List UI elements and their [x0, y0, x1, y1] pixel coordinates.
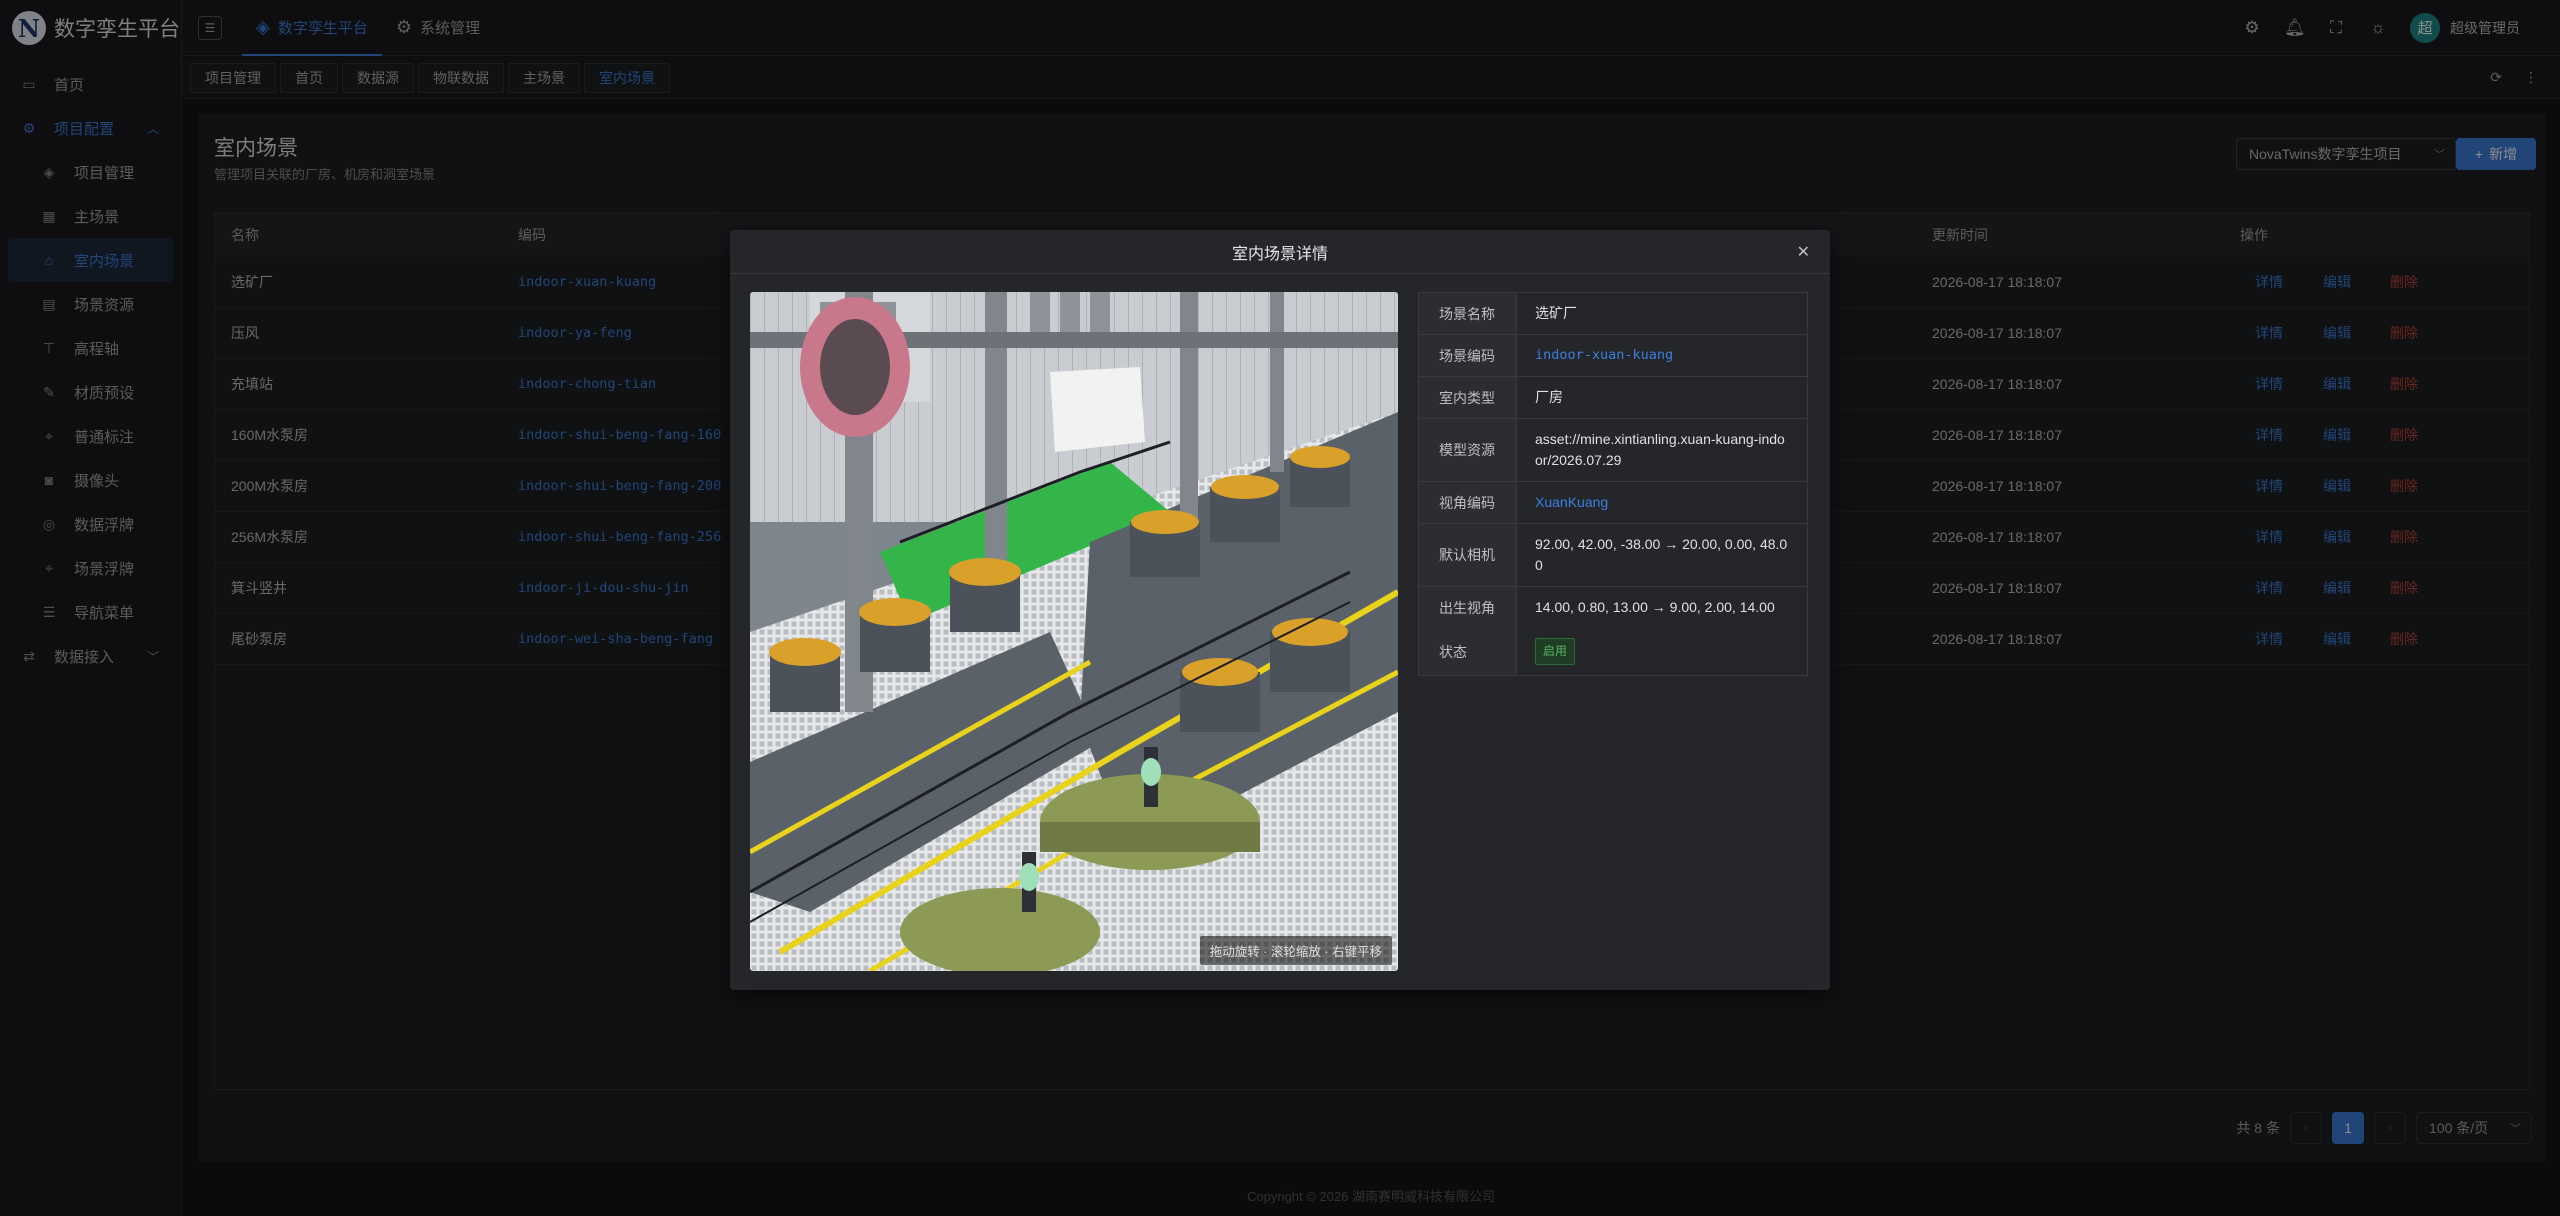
- detail-value: 14.00, 0.80, 13.00 → 9.00, 2.00, 14.00: [1535, 599, 1775, 615]
- scene-render: [750, 292, 1398, 971]
- detail-row: 场景名称 选矿厂: [1419, 293, 1807, 335]
- detail-row: 视角编码 XuanKuang: [1419, 482, 1807, 524]
- detail-value: asset://mine.xintianling.xuan-kuang-indo…: [1535, 431, 1785, 468]
- detail-row: 模型资源 asset://mine.xintianling.xuan-kuang-…: [1419, 419, 1807, 482]
- detail-row: 室内类型 厂房: [1419, 377, 1807, 419]
- detail-label: 视角编码: [1419, 482, 1517, 523]
- scene-detail-table: 场景名称 选矿厂场景编码 indoor-xuan-kuang 室内类型 厂房模型资源 as…: [1418, 292, 1808, 676]
- detail-row: 场景编码 indoor-xuan-kuang: [1419, 335, 1807, 377]
- detail-label: 状态: [1419, 628, 1517, 675]
- status-badge: 启用: [1535, 638, 1576, 665]
- detail-value: 92.00, 42.00, -38.00 → 20.00, 0.00, 48.0…: [1535, 536, 1788, 573]
- detail-value: 选矿厂: [1535, 305, 1577, 321]
- detail-row: 默认相机 92.00, 42.00, -38.00 → 20.00, 0.00, …: [1419, 524, 1807, 587]
- detail-label: 场景编码: [1419, 335, 1517, 376]
- viewer-hint: 拖动旋转 · 滚轮缩放 · 右键平移: [1199, 936, 1392, 965]
- detail-label: 默认相机: [1419, 524, 1517, 586]
- detail-value: 厂房: [1535, 389, 1563, 405]
- detail-label: 场景名称: [1419, 293, 1517, 334]
- detail-value: XuanKuang: [1535, 494, 1609, 510]
- scene-3d-viewer[interactable]: 拖动旋转 · 滚轮缩放 · 右键平移: [750, 292, 1398, 971]
- modal-title: 室内场景详情: [1231, 245, 1328, 263]
- detail-label: 室内类型: [1419, 377, 1517, 418]
- detail-value: 启用: [1517, 628, 1807, 675]
- close-icon[interactable]: ✕: [1797, 242, 1810, 262]
- scene-detail-modal: 室内场景详情 ✕ 拖动旋转 · 滚轮缩放 · 右键平移 场景名称 选矿厂 场景编…: [730, 230, 1830, 990]
- detail-row: 出生视角 14.00, 0.80, 13.00 → 9.00, 2.00, 14.…: [1419, 587, 1807, 628]
- detail-row-status: 状态 启用: [1419, 628, 1807, 675]
- detail-value: indoor-xuan-kuang: [1535, 347, 1674, 363]
- modal-header: 室内场景详情 ✕: [730, 230, 1830, 274]
- detail-label: 模型资源: [1419, 419, 1517, 481]
- detail-label: 出生视角: [1419, 587, 1517, 628]
